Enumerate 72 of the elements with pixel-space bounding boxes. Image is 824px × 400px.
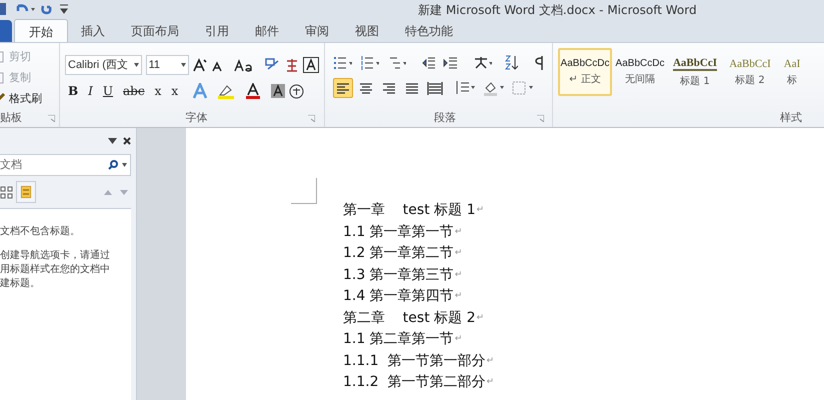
line-spacing-icon[interactable] bbox=[454, 80, 476, 96]
distribute-icon bbox=[427, 80, 443, 96]
show-marks-icon[interactable] bbox=[534, 55, 544, 71]
group-label: 样式 bbox=[780, 110, 802, 126]
caret-icon bbox=[134, 63, 139, 67]
style-gallery-item[interactable]: AaBbCcI 标题 2 bbox=[723, 48, 777, 96]
sort-icon[interactable] bbox=[504, 55, 518, 71]
style-gallery-item[interactable]: AaI 标 bbox=[778, 48, 806, 96]
ribbon-tab[interactable]: 开始 bbox=[14, 19, 68, 43]
document-line: 1.4 第一章第四节↵ bbox=[343, 287, 464, 306]
headings-icon bbox=[21, 186, 31, 198]
document-line: 1.1 第一章第一节↵ bbox=[343, 222, 464, 242]
character-border-icon[interactable] bbox=[303, 57, 320, 73]
style-gallery-item[interactable]: AaBbCcDc 无间隔 bbox=[613, 48, 667, 96]
superscript-button[interactable]: x bbox=[168, 82, 182, 100]
dialog-launcher-icon[interactable] bbox=[537, 114, 544, 122]
ribbon-tab[interactable]: 视图 bbox=[342, 20, 392, 42]
align-left-button[interactable] bbox=[333, 78, 353, 98]
italic-button[interactable]: I bbox=[85, 82, 96, 100]
group-label: 段落 bbox=[434, 110, 456, 126]
bold-button[interactable]: B bbox=[65, 82, 82, 100]
results-tab[interactable] bbox=[16, 181, 36, 203]
grow-font-icon[interactable] bbox=[192, 58, 207, 72]
align-right-icon bbox=[381, 80, 397, 96]
dialog-launcher-icon[interactable] bbox=[308, 114, 315, 122]
customize-toolbar-icon[interactable] bbox=[60, 4, 68, 14]
document-line: 第二章 test 标题 2↵ bbox=[343, 308, 486, 328]
document-line: 1.1.2 第一节第二部分↵ bbox=[343, 373, 496, 392]
justify-icon bbox=[404, 80, 420, 96]
pane-menu-icon[interactable] bbox=[108, 138, 117, 144]
bullet-list-icon[interactable] bbox=[333, 56, 352, 70]
character-shading-icon[interactable] bbox=[271, 84, 286, 98]
close-icon[interactable] bbox=[123, 137, 131, 145]
font-name-dropdown[interactable]: Calibri (西文 bbox=[65, 55, 142, 75]
document-line: 1.2 第一章第二节↵ bbox=[343, 244, 464, 264]
ribbon-tab[interactable]: 插入 bbox=[68, 20, 118, 42]
shading-icon[interactable] bbox=[483, 80, 505, 96]
increase-indent-icon[interactable] bbox=[443, 56, 458, 70]
group-label: 字体 bbox=[186, 110, 208, 126]
ribbon-tab[interactable]: 页面布局 bbox=[118, 20, 192, 42]
numbered-list-icon[interactable] bbox=[360, 56, 379, 70]
pane-message: 文档不包含标题。 bbox=[0, 225, 81, 239]
subscript-button[interactable]: x bbox=[152, 82, 164, 100]
enclose-character-icon[interactable] bbox=[289, 84, 304, 98]
document-line: 1.3 第一章第三节↵ bbox=[343, 266, 464, 285]
asian-layout-icon[interactable] bbox=[473, 56, 492, 70]
underline-button[interactable]: U bbox=[100, 82, 116, 100]
search-field[interactable]: 文档 bbox=[0, 154, 131, 176]
strikethrough-button[interactable]: abc bbox=[120, 82, 148, 100]
ribbon-tab[interactable]: 特色功能 bbox=[392, 20, 466, 42]
document-line: 1.1 第二章第一节↵ bbox=[343, 330, 464, 350]
window-title: 新建 Microsoft Word 文档.docx - Microsoft Word bbox=[418, 2, 697, 19]
group-label: 贴板 bbox=[0, 110, 22, 126]
search-icon[interactable] bbox=[108, 160, 118, 170]
align-left-icon bbox=[335, 80, 351, 96]
decrease-indent-icon[interactable] bbox=[422, 56, 436, 70]
dialog-launcher-icon[interactable] bbox=[48, 114, 55, 122]
caret-icon[interactable] bbox=[122, 163, 127, 167]
pane-message: 创建导航选项卡，请通过用标题样式在您的文档中建标题。 bbox=[0, 249, 111, 291]
margin-corner-mark bbox=[291, 178, 317, 204]
ribbon-tab[interactable]: 引用 bbox=[192, 20, 242, 42]
thumbnails-icon[interactable] bbox=[0, 185, 14, 199]
style-gallery-item[interactable]: AaBbCcI 标题 1 bbox=[668, 48, 722, 96]
document-line: 1.1.1 第一节第一部分↵ bbox=[343, 352, 496, 371]
ribbon-tab[interactable]: 邮件 bbox=[242, 20, 292, 42]
document-line: 第一章 test 标题 1↵ bbox=[343, 201, 486, 220]
clipboard-button[interactable]: 格式刷 bbox=[9, 90, 42, 108]
caret-icon bbox=[180, 63, 186, 67]
style-gallery-item[interactable]: AaBbCcDc ↵ 正文 bbox=[558, 48, 612, 96]
ribbon-tab[interactable]: 审阅 bbox=[292, 20, 342, 42]
center-icon bbox=[358, 80, 374, 96]
font-size-dropdown[interactable]: 11 bbox=[146, 55, 189, 75]
